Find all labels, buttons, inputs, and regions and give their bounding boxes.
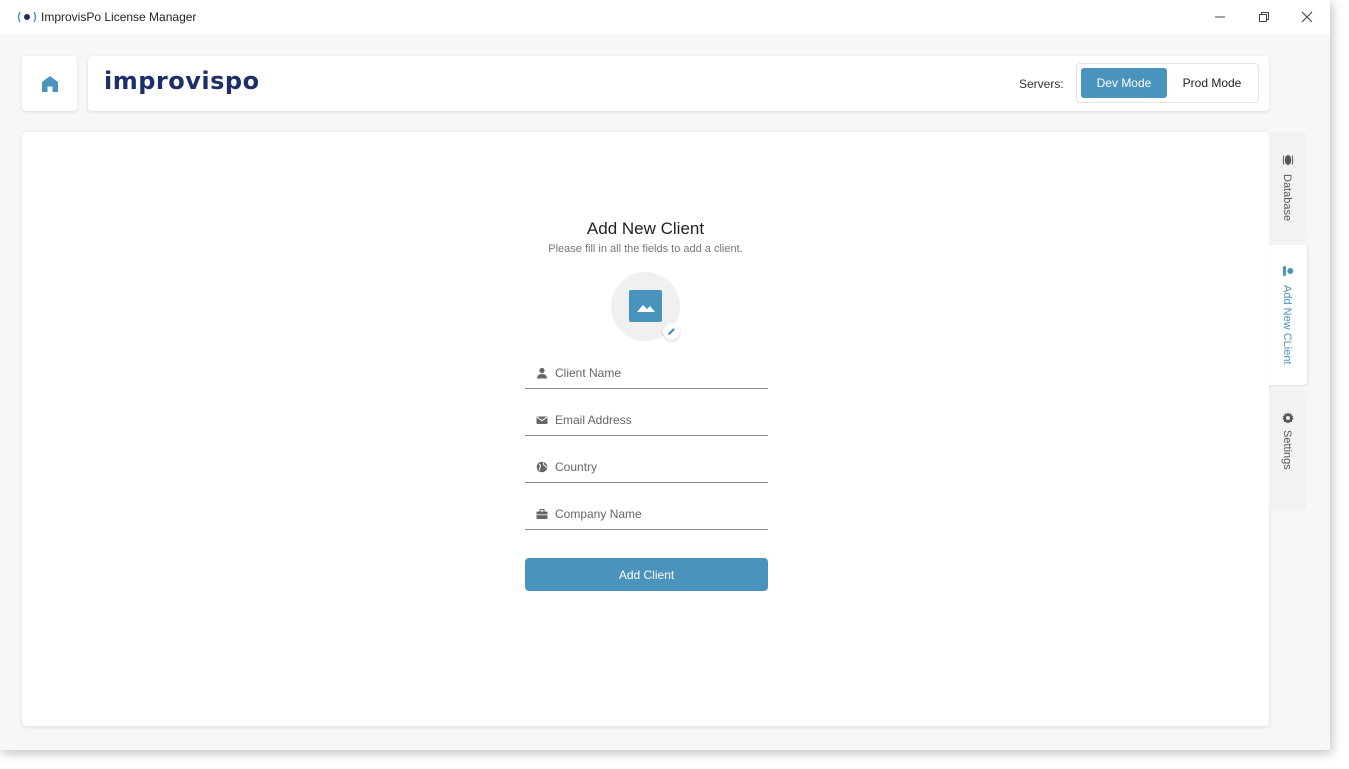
close-icon	[1301, 11, 1313, 23]
email-address-field	[525, 404, 768, 436]
person-icon	[536, 367, 548, 379]
restore-button[interactable]	[1252, 6, 1276, 28]
tab-database[interactable]: Database	[1269, 132, 1307, 242]
mail-icon	[536, 414, 548, 426]
app-window: ImprovisPo License Manager improvispo Se…	[0, 0, 1330, 750]
tab-settings[interactable]: Settings	[1269, 390, 1307, 510]
add-client-panel: Add New Client Please fill in all the fi…	[22, 132, 1269, 726]
client-name-input[interactable]	[555, 365, 755, 380]
servers-label: Servers:	[1019, 77, 1064, 91]
form-subtitle: Please fill in all the fields to add a c…	[548, 243, 743, 255]
tab-add-new-client[interactable]: Add New CLient	[1269, 245, 1307, 385]
client-avatar-upload[interactable]	[611, 272, 680, 341]
minimize-icon	[1215, 16, 1225, 18]
server-mode-toggle: Dev Mode Prod Mode	[1076, 63, 1259, 103]
country-field	[525, 451, 768, 483]
company-name-field	[525, 498, 768, 530]
email-address-input[interactable]	[555, 412, 755, 427]
tab-add-new-client-label: Add New CLient	[1281, 285, 1293, 365]
add-client-button[interactable]: Add Client	[525, 558, 768, 591]
database-icon	[1282, 154, 1294, 166]
add-user-icon	[1282, 265, 1294, 277]
dev-mode-button[interactable]: Dev Mode	[1081, 68, 1167, 98]
client-name-field	[525, 357, 768, 389]
image-placeholder-icon	[629, 290, 662, 322]
tab-database-label: Database	[1281, 174, 1293, 222]
home-icon	[41, 75, 58, 92]
window-title: ImprovisPo License Manager	[41, 10, 197, 24]
pencil-icon	[667, 328, 675, 336]
gear-icon	[1282, 412, 1294, 424]
header-bar: improvispo Servers: Dev Mode Prod Mode	[88, 56, 1269, 111]
company-name-input[interactable]	[555, 506, 755, 521]
home-button[interactable]	[22, 56, 77, 111]
briefcase-icon	[536, 508, 548, 520]
brand-logo: improvispo	[104, 67, 260, 95]
title-bar: ImprovisPo License Manager	[0, 0, 1330, 34]
prod-mode-button[interactable]: Prod Mode	[1169, 68, 1255, 98]
form-title: Add New Client	[586, 219, 705, 238]
edit-avatar-button[interactable]	[663, 323, 680, 340]
country-input[interactable]	[555, 459, 755, 474]
globe-icon	[536, 461, 548, 473]
tab-settings-label: Settings	[1281, 430, 1293, 470]
close-button[interactable]	[1295, 6, 1319, 28]
minimize-button[interactable]	[1208, 6, 1232, 28]
restore-icon	[1259, 12, 1269, 22]
app-logo-icon	[16, 10, 38, 24]
